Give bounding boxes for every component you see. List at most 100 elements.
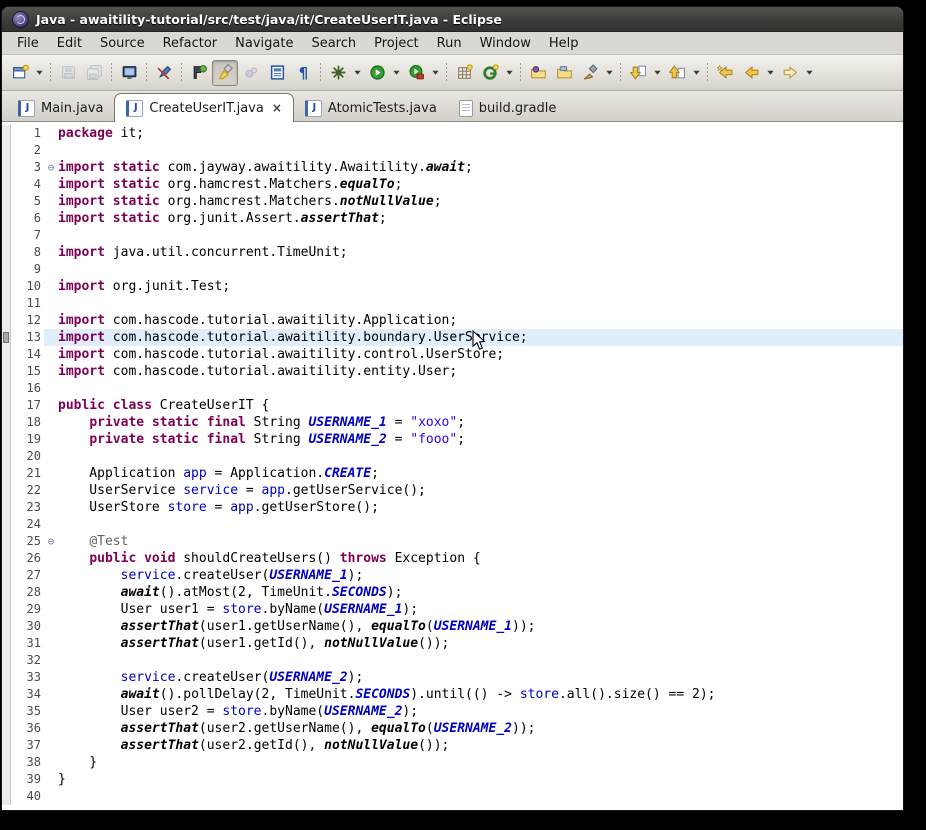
menu-item-search[interactable]: Search [302,34,365,53]
code-text[interactable]: public class CreateUserIT { [58,397,903,414]
code-text[interactable]: import com.hascode.tutorial.awaitility.A… [58,312,903,329]
code-line[interactable]: 9 [2,261,903,278]
tab-atomictests-java[interactable]: JAtomicTests.java [294,96,448,121]
code-line[interactable]: 7 [2,227,903,244]
code-line[interactable]: 5import static org.hamcrest.Matchers.not… [2,193,903,210]
code-line[interactable]: 29 User user1 = store.byName(USERNAME_1)… [2,601,903,618]
code-text[interactable] [58,142,903,159]
code-line[interactable]: 27 service.createUser(USERNAME_1); [2,567,903,584]
new-java-project-button[interactable] [451,60,477,86]
save-button[interactable] [55,60,81,86]
tab-close-icon[interactable]: × [272,101,282,115]
menu-item-run[interactable]: Run [428,34,471,53]
code-text[interactable]: } [58,754,903,771]
code-line[interactable]: 17public class CreateUserIT { [2,397,903,414]
code-line[interactable]: 40 [2,788,903,805]
fold-toggle-icon[interactable]: ⊖ [44,533,58,550]
menu-item-help[interactable]: Help [540,34,588,53]
code-text[interactable]: import static com.jayway.awaitility.Awai… [58,159,903,176]
code-line[interactable]: 31 assertThat(user1.getId(), notNullValu… [2,635,903,652]
code-line[interactable]: 10import org.junit.Test; [2,278,903,295]
code-editor[interactable]: 1package it;2 3⊖import static com.jayway… [2,122,903,810]
code-line[interactable]: 24 [2,516,903,533]
code-text[interactable]: private static final String USERNAME_2 =… [58,431,903,448]
code-line[interactable]: 38 } [2,754,903,771]
code-text[interactable] [58,448,903,465]
code-text[interactable]: User user1 = store.byName(USERNAME_1); [58,601,903,618]
back-button[interactable] [738,60,764,86]
last-edit-location-button[interactable] [712,60,738,86]
open-console-button[interactable] [116,60,142,86]
title-bar[interactable]: Java - awaitility-tutorial/src/test/java… [2,7,903,32]
tab-build-gradle[interactable]: build.gradle [448,96,568,121]
code-line[interactable]: 22 UserService service = app.getUserServ… [2,482,903,499]
external-tools-button[interactable] [577,60,603,86]
new-class-button[interactable] [477,60,503,86]
code-line[interactable]: 33 service.createUser(USERNAME_2); [2,669,903,686]
code-text[interactable] [58,788,903,805]
tab-createuserit-java[interactable]: JCreateUserIT.java× [114,93,294,122]
show-whitespace-button[interactable] [290,60,316,86]
code-text[interactable] [58,516,903,533]
code-line[interactable]: 36 assertThat(user2.getUserName(), equal… [2,720,903,737]
code-text[interactable] [58,295,903,312]
code-line[interactable]: 1package it; [2,125,903,142]
fold-toggle-icon[interactable]: ⊖ [44,159,58,176]
code-line[interactable]: 2 [2,142,903,159]
code-line[interactable]: 39} [2,771,903,788]
code-text[interactable]: import org.junit.Test; [58,278,903,295]
menu-item-source[interactable]: Source [91,34,154,53]
code-line[interactable]: 8import java.util.concurrent.TimeUnit; [2,244,903,261]
menu-item-window[interactable]: Window [471,34,540,53]
code-line[interactable]: 14import com.hascode.tutorial.awaitility… [2,346,903,363]
menu-item-file[interactable]: File [8,34,48,53]
code-text[interactable]: } [58,771,903,788]
coverage-dropdown[interactable] [429,61,442,85]
code-line[interactable]: 18 private static final String USERNAME_… [2,414,903,431]
code-line[interactable]: 4import static org.hamcrest.Matchers.equ… [2,176,903,193]
code-line[interactable]: 26 public void shouldCreateUsers() throw… [2,550,903,567]
occurrences-button[interactable] [238,60,264,86]
code-text[interactable] [58,227,903,244]
debug-button[interactable] [325,60,351,86]
run-dropdown[interactable] [390,61,403,85]
new-wizard-dropdown[interactable] [33,61,46,85]
code-line[interactable]: 19 private static final String USERNAME_… [2,431,903,448]
code-line[interactable]: 32 [2,652,903,669]
code-line[interactable]: 6import static org.junit.Assert.assertTh… [2,210,903,227]
code-line[interactable]: 20 [2,448,903,465]
external-tools-dropdown[interactable] [603,61,616,85]
new-class-dropdown[interactable] [503,61,516,85]
code-line[interactable]: 13import com.hascode.tutorial.awaitility… [2,329,903,346]
run-button[interactable] [364,60,390,86]
previous-annotation-button[interactable] [664,60,690,86]
code-line[interactable]: 37 assertThat(user2.getId(), notNullValu… [2,737,903,754]
code-text[interactable]: import com.hascode.tutorial.awaitility.b… [58,329,903,346]
code-text[interactable]: service.createUser(USERNAME_1); [58,567,903,584]
code-text[interactable]: assertThat(user1.getId(), notNullValue()… [58,635,903,652]
debug-dropdown[interactable] [351,61,364,85]
code-line[interactable]: 30 assertThat(user1.getUserName(), equal… [2,618,903,635]
code-text[interactable] [58,261,903,278]
next-annotation-dropdown[interactable] [651,61,664,85]
code-text[interactable]: User user2 = store.byName(USERNAME_2); [58,703,903,720]
code-text[interactable]: service.createUser(USERNAME_2); [58,669,903,686]
code-text[interactable]: import com.hascode.tutorial.awaitility.e… [58,363,903,380]
code-line[interactable]: 34 await().pollDelay(2, TimeUnit.SECONDS… [2,686,903,703]
code-text[interactable]: await().pollDelay(2, TimeUnit.SECONDS).u… [58,686,903,703]
code-line[interactable]: 35 User user2 = store.byName(USERNAME_2)… [2,703,903,720]
code-text[interactable]: import static org.hamcrest.Matchers.equa… [58,176,903,193]
open-javadoc-button[interactable] [264,60,290,86]
code-text[interactable]: package it; [58,125,903,142]
code-text[interactable]: import java.util.concurrent.TimeUnit; [58,244,903,261]
code-text[interactable]: Application app = Application.CREATE; [58,465,903,482]
code-line[interactable]: 23 UserStore store = app.getUserStore(); [2,499,903,516]
code-line[interactable]: 28 await().atMost(2, TimeUnit.SECONDS); [2,584,903,601]
menu-item-project[interactable]: Project [365,34,427,53]
back-dropdown[interactable] [764,61,777,85]
code-text[interactable]: @Test [58,533,903,550]
tab-main-java[interactable]: JMain.java [7,96,114,121]
code-text[interactable]: UserStore store = app.getUserStore(); [58,499,903,516]
mark-occurrences-button[interactable] [212,60,238,86]
code-text[interactable] [58,652,903,669]
